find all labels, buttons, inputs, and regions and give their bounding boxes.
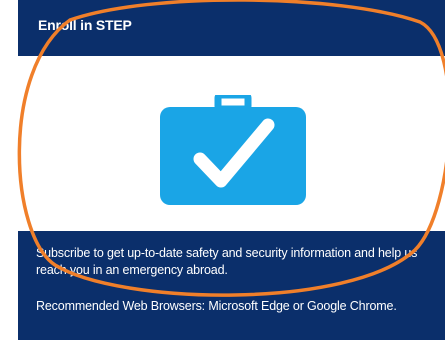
briefcase-handle: [214, 95, 252, 113]
enroll-step-card[interactable]: Enroll in STEP Subscribe to get up-to-da…: [18, 0, 445, 340]
card-description: Subscribe to get up-to-date safety and s…: [36, 246, 418, 277]
card-header: Enroll in STEP: [18, 0, 445, 56]
card-title[interactable]: Enroll in STEP: [38, 17, 132, 33]
card-image-panel[interactable]: [18, 56, 445, 231]
browser-recommendation: Recommended Web Browsers: Microsoft Edge…: [36, 299, 397, 313]
page: Enroll in STEP Subscribe to get up-to-da…: [0, 0, 445, 340]
briefcase-checkmark-icon: [160, 95, 306, 205]
briefcase-body: [160, 107, 306, 205]
